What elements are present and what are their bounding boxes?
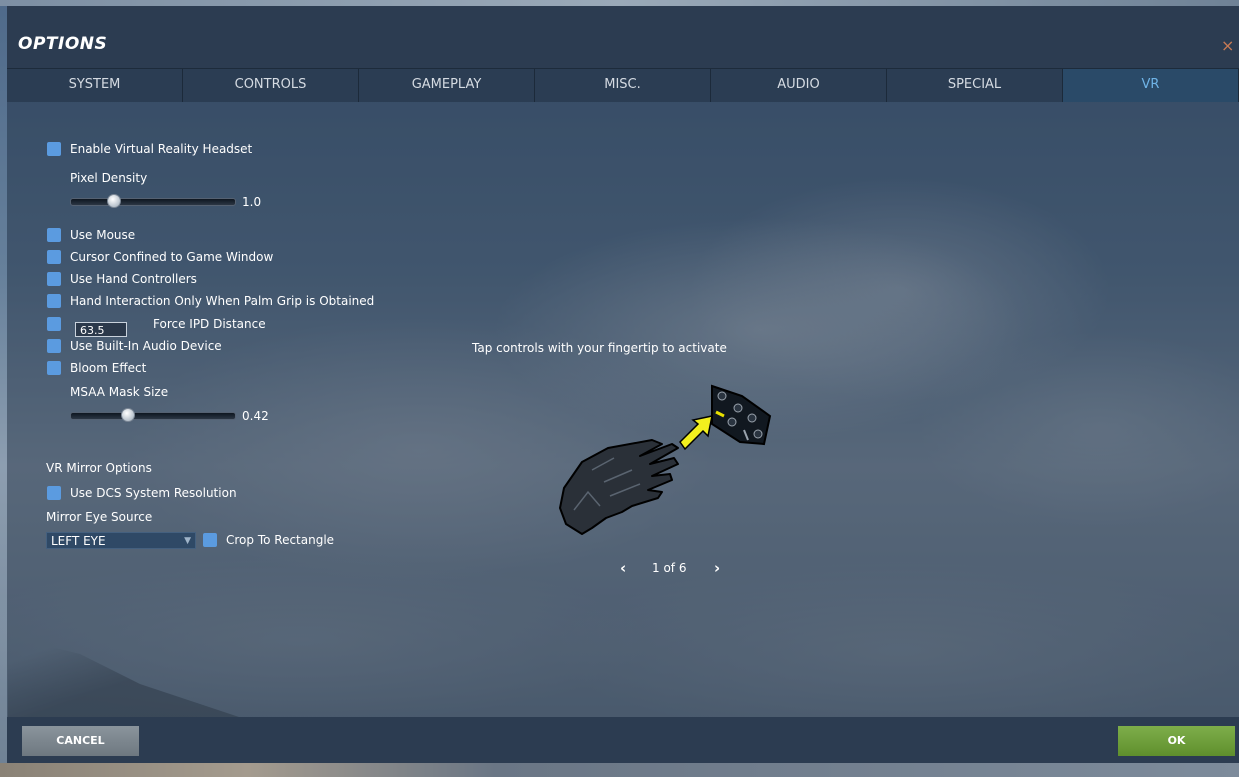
ground-strip bbox=[0, 763, 1239, 777]
tab-bar: SYSTEM CONTROLS GAMEPLAY MISC. AUDIO SPE… bbox=[7, 68, 1239, 102]
tab-special[interactable]: SPECIAL bbox=[887, 69, 1063, 102]
mirror-eye-value: LEFT EYE bbox=[51, 534, 106, 548]
close-icon[interactable]: × bbox=[1221, 36, 1234, 55]
next-page-icon[interactable]: › bbox=[714, 559, 720, 577]
options-window: OPTIONS × SYSTEM CONTROLS GAMEPLAY MISC.… bbox=[7, 6, 1239, 763]
tab-controls[interactable]: CONTROLS bbox=[183, 69, 359, 102]
builtin-audio-checkbox[interactable] bbox=[47, 339, 61, 353]
msaa-mask-label: MSAA Mask Size bbox=[70, 385, 169, 399]
cursor-confined-label: Cursor Confined to Game Window bbox=[70, 250, 274, 264]
ipd-distance-input[interactable]: 63.5 bbox=[75, 322, 127, 337]
palm-grip-label: Hand Interaction Only When Palm Grip is … bbox=[70, 294, 375, 308]
crop-rectangle-checkbox[interactable] bbox=[203, 533, 217, 547]
palm-grip-checkbox[interactable] bbox=[47, 294, 61, 308]
tab-misc[interactable]: MISC. bbox=[535, 69, 711, 102]
page-indicator: 1 of 6 bbox=[652, 561, 687, 575]
ok-button[interactable]: OK bbox=[1118, 726, 1235, 756]
msaa-mask-slider[interactable] bbox=[70, 412, 236, 420]
pixel-density-value: 1.0 bbox=[242, 195, 262, 209]
prev-page-icon[interactable]: ‹ bbox=[620, 559, 626, 577]
use-mouse-checkbox[interactable] bbox=[47, 228, 61, 242]
chevron-down-icon: ▼ bbox=[184, 536, 191, 546]
hand-controllers-checkbox[interactable] bbox=[47, 272, 61, 286]
glove-icon bbox=[559, 439, 679, 535]
pixel-density-label: Pixel Density bbox=[70, 171, 148, 185]
dcs-resolution-checkbox[interactable] bbox=[47, 486, 61, 500]
msaa-mask-slider-knob[interactable] bbox=[121, 408, 135, 422]
force-ipd-checkbox[interactable] bbox=[47, 317, 61, 331]
bloom-label: Bloom Effect bbox=[70, 361, 147, 375]
bloom-checkbox[interactable] bbox=[47, 361, 61, 375]
force-ipd-label: Force IPD Distance bbox=[153, 317, 266, 331]
enable-headset-label: Enable Virtual Reality Headset bbox=[70, 142, 253, 156]
mirror-eye-label: Mirror Eye Source bbox=[46, 510, 153, 524]
tab-vr[interactable]: VR bbox=[1063, 69, 1239, 102]
pixel-density-slider[interactable] bbox=[70, 198, 236, 206]
cancel-button[interactable]: CANCEL bbox=[22, 726, 139, 756]
control-panel-icon bbox=[711, 384, 772, 446]
tab-audio[interactable]: AUDIO bbox=[711, 69, 887, 102]
builtin-audio-label: Use Built-In Audio Device bbox=[70, 339, 222, 353]
pixel-density-slider-knob[interactable] bbox=[107, 194, 121, 208]
crop-rectangle-label: Crop To Rectangle bbox=[226, 533, 335, 547]
cursor-confined-checkbox[interactable] bbox=[47, 250, 61, 264]
hand-controllers-label: Use Hand Controllers bbox=[70, 272, 197, 286]
title-bar: OPTIONS × bbox=[7, 6, 1239, 68]
footer-bar: CANCEL OK bbox=[7, 717, 1239, 763]
use-mouse-label: Use Mouse bbox=[70, 228, 136, 242]
mirror-options-heading: VR Mirror Options bbox=[46, 461, 152, 475]
mirror-eye-select[interactable]: LEFT EYE ▼ bbox=[46, 532, 196, 549]
msaa-mask-value: 0.42 bbox=[242, 409, 269, 423]
window-title: OPTIONS bbox=[18, 34, 108, 54]
tab-gameplay[interactable]: GAMEPLAY bbox=[359, 69, 535, 102]
glove-tap-illustration bbox=[559, 384, 772, 535]
enable-headset-checkbox[interactable] bbox=[47, 142, 61, 156]
tab-system[interactable]: SYSTEM bbox=[7, 69, 183, 102]
pointer-arrow-icon bbox=[679, 415, 713, 451]
dcs-resolution-label: Use DCS System Resolution bbox=[70, 486, 237, 500]
tutorial-caption: Tap controls with your fingertip to acti… bbox=[472, 341, 727, 355]
